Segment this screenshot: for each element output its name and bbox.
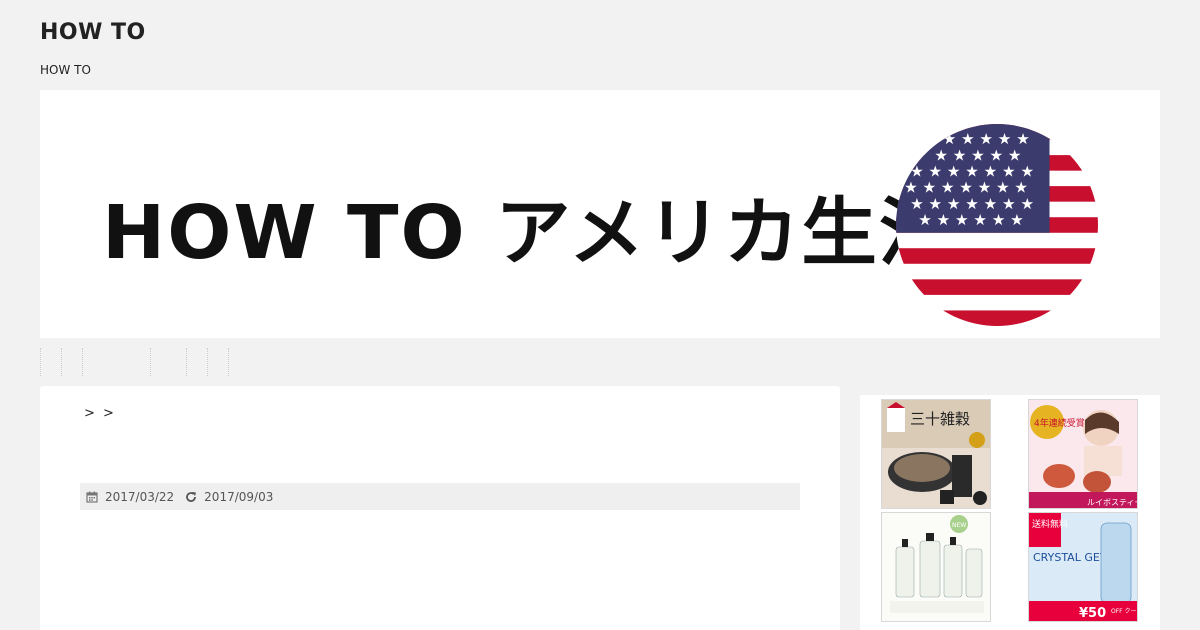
ad-water-heading: 送料無料 — [1032, 518, 1068, 530]
published-date: 2017/03/22 — [105, 489, 175, 504]
sidebar-ad-tea[interactable]: 4年連続受賞 ルイボスティー — [1028, 399, 1138, 509]
ad-tea-heading: 4年連続受賞 — [1034, 417, 1085, 429]
ad-water-price: ¥50 — [1079, 606, 1106, 621]
nav-item[interactable] — [207, 348, 228, 376]
calendar-icon — [86, 491, 98, 503]
sidebar: 三十雑穀 4年連続受賞 ルイボスティー NEW 送料無料 CRYSTAL GEY… — [860, 395, 1160, 630]
ad-tea-subheading: ルイボスティー — [1087, 498, 1138, 507]
breadcrumb[interactable]: > > — [84, 406, 116, 421]
global-nav — [40, 348, 229, 376]
sidebar-ad-grain[interactable]: 三十雑穀 — [881, 399, 991, 509]
nav-item[interactable] — [228, 348, 229, 376]
article-meta: 2017/03/22 2017/09/03 — [80, 483, 800, 510]
ad-shampoo-heading: NEW — [952, 522, 966, 529]
site-title[interactable]: HOW TO — [40, 20, 146, 45]
nav-item[interactable] — [40, 348, 61, 376]
sidebar-ad-shampoo[interactable]: NEW — [881, 512, 991, 622]
us-flag-icon: ★ ★ ★ ★ ★ ★ ★ ★ ★ ★ ★ ★ ★ ★ ★ ★ ★ ★ ★ ★ … — [896, 124, 1098, 326]
header-banner[interactable]: HOW TO アメリカ生活 ★ ★ ★ ★ ★ ★ ★ ★ ★ ★ ★ ★ ★ … — [40, 90, 1160, 338]
nav-item[interactable] — [150, 348, 186, 376]
ad-water-coupon: OFF クーポン — [1111, 607, 1138, 615]
ad-grain-heading: 三十雑穀 — [910, 410, 970, 428]
refresh-icon — [185, 491, 197, 503]
site-description: HOW TO — [40, 63, 91, 77]
nav-item[interactable] — [61, 348, 82, 376]
svg-text:★ ★ ★ ★ ★ ★: ★ ★ ★ ★ ★ ★ — [918, 211, 1024, 229]
nav-item[interactable] — [82, 348, 150, 376]
banner-text: HOW TO アメリカ生活 — [102, 190, 957, 276]
sidebar-ad-water[interactable]: 送料無料 CRYSTAL GEYSER ¥50 OFF クーポン — [1028, 512, 1138, 622]
nav-item[interactable] — [186, 348, 207, 376]
updated-date: 2017/09/03 — [204, 489, 274, 504]
article-main: > > 2017/03/22 2017/09/03 — [40, 386, 840, 630]
